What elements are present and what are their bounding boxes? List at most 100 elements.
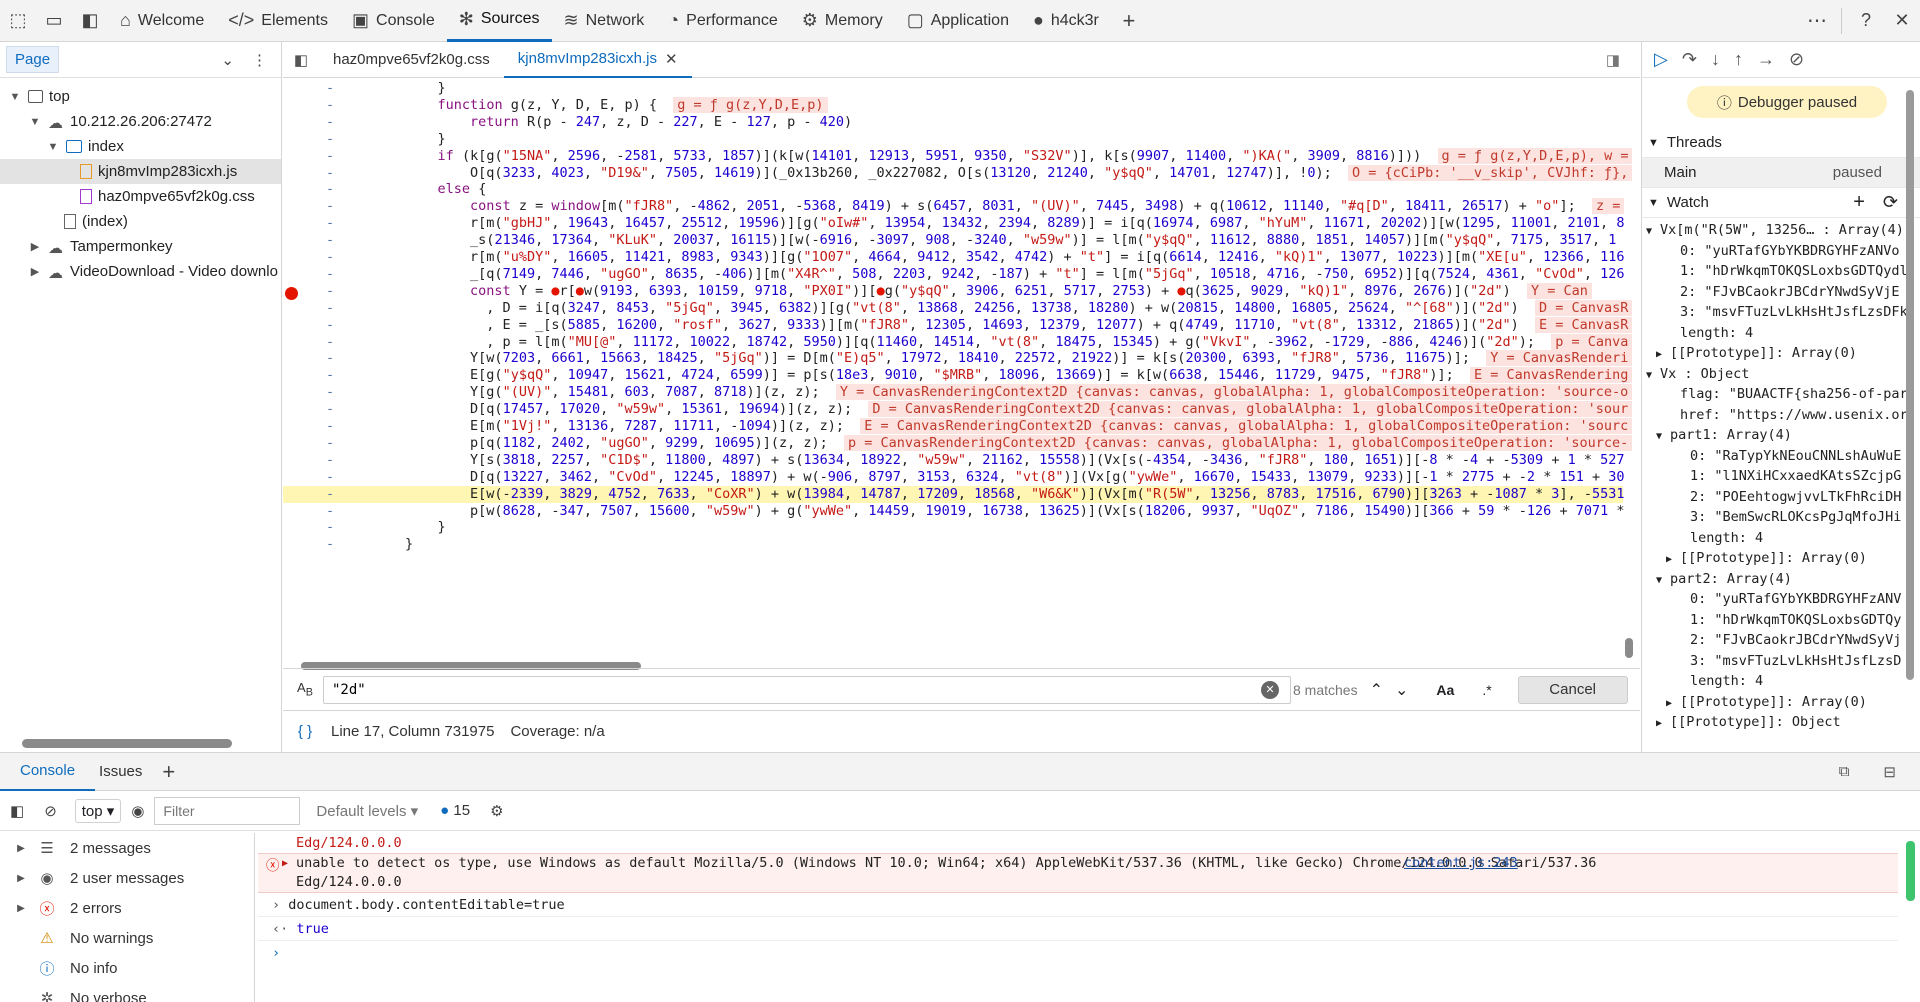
watch-row[interactable]: 0: "yuRTafGYbYKBDRGYHFzANV xyxy=(1642,591,1920,612)
code-line[interactable]: - p[w(8628, -347, 7507, 15600, "w59w") +… xyxy=(283,503,1624,520)
drawer-tab-issues[interactable]: Issues xyxy=(95,753,146,791)
pretty-print-icon[interactable]: { } xyxy=(287,723,323,740)
console-prompt[interactable]: › xyxy=(258,941,1898,965)
console-settings-icon[interactable]: ⚙ xyxy=(490,802,503,820)
watch-row[interactable]: 1: "hDrWkqmTOKQSLoxbsGDTQydl xyxy=(1642,263,1920,284)
thread-main[interactable]: Main paused xyxy=(1642,158,1920,188)
error-source-link[interactable]: content.js:243 xyxy=(1404,854,1518,873)
code-line[interactable]: - if (k[g("15NA", 2596, -2581, 5733, 185… xyxy=(283,147,1633,165)
watch-row[interactable]: ▼ part1: Array(4) xyxy=(1642,427,1920,448)
tab-memory[interactable]: ⚙ Memory xyxy=(790,0,895,42)
code-line[interactable]: - } xyxy=(283,519,1623,536)
console-sidebar-list[interactable]: ▶ ☰ 2 messages xyxy=(0,833,254,863)
code-line[interactable]: - const Y = ●r[●w(9193, 6393, 10159, 971… xyxy=(283,282,1623,300)
dock-sidebar-icon[interactable]: ◧ xyxy=(72,0,108,42)
code-line[interactable]: - } xyxy=(283,536,1623,553)
toggle-debugger-icon[interactable]: ◨ xyxy=(1606,51,1620,69)
watch-row[interactable]: href: "https://www.usenix.or xyxy=(1642,407,1920,428)
code-line[interactable]: - , p = l[m("MU[@", 11172, 10022, 18742,… xyxy=(283,333,1633,351)
match-case-icon[interactable]: AB xyxy=(287,680,323,699)
watch-row[interactable]: ▶ [[Prototype]]: Array(0) xyxy=(1642,694,1920,715)
step-icon[interactable]: → xyxy=(1757,49,1775,70)
code-line[interactable]: - , D = i[q(3247, 8453, "5jGq", 3945, 63… xyxy=(283,299,1633,317)
breakpoint-marker[interactable] xyxy=(285,286,298,300)
deactivate-breakpoints-icon[interactable]: ⊘ xyxy=(1789,49,1804,70)
tab-elements[interactable]: </> Elements xyxy=(216,0,340,42)
tree-file-index[interactable]: (index) xyxy=(0,209,281,234)
watch-row[interactable]: length: 4 xyxy=(1642,530,1920,551)
code-line[interactable]: - else { xyxy=(283,181,1623,198)
case-sensitive-button[interactable]: Aa xyxy=(1436,682,1454,698)
context-selector[interactable]: top ▾ xyxy=(74,798,122,823)
watch-row[interactable]: ▶ [[Prototype]]: Object xyxy=(1642,714,1920,735)
add-drawer-tab-icon[interactable]: + xyxy=(162,759,175,785)
threads-section[interactable]: ▼ Threads xyxy=(1642,128,1920,158)
next-match-icon[interactable]: ⌄ xyxy=(1395,680,1408,700)
live-expression-icon[interactable]: ◉ xyxy=(131,802,144,820)
tab-network[interactable]: ≋ Network xyxy=(552,0,657,42)
code-line[interactable]: - r[m("gbHJ", 19643, 16457, 25512, 19596… xyxy=(283,215,1624,232)
code-line[interactable]: - E[m("1Vj!", 13136, 7287, 11711, -1094)… xyxy=(283,418,1633,435)
tree-top[interactable]: ▼ top xyxy=(0,84,281,109)
clear-console-icon[interactable]: ⊘ xyxy=(44,802,57,820)
console-filter-input[interactable] xyxy=(154,796,301,825)
watch-row[interactable]: 2: "FJvBCaokrJBCdrYNwdSyVj xyxy=(1642,632,1920,653)
tab-sources[interactable]: ✻ Sources xyxy=(446,0,552,42)
close-devtools-icon[interactable]: ✕ xyxy=(1884,0,1920,42)
console-vscrollbar[interactable] xyxy=(1906,841,1915,901)
watch-row[interactable]: flag: "BUAACTF{sha256-of-par xyxy=(1642,386,1920,407)
console-sidebar-verbose[interactable]: ✲ No verbose xyxy=(0,983,254,1002)
tab-welcome[interactable]: ⌂ Welcome xyxy=(108,0,216,42)
chevron-down-icon[interactable]: ⌄ xyxy=(221,51,234,69)
watch-section[interactable]: ▼ Watch + ⟳ xyxy=(1642,188,1920,218)
close-tab-icon[interactable]: ✕ xyxy=(665,50,678,68)
console-sidebar-user[interactable]: ▶ ◉ 2 user messages xyxy=(0,863,254,893)
add-tab-icon[interactable]: + xyxy=(1111,0,1147,42)
page-tab[interactable]: Page xyxy=(6,46,60,73)
inspect-icon[interactable]: ⬚ xyxy=(0,0,36,42)
watch-row[interactable]: 0: "yuRTafGYbYKBDRGYHFzANVo xyxy=(1642,243,1920,264)
watch-row[interactable]: 3: "msvFTuzLvLkHsHtJsfLzsD xyxy=(1642,653,1920,674)
console-sidebar-info[interactable]: ⓘ No info xyxy=(0,953,254,983)
dock-drawer-icon[interactable]: ⧉ xyxy=(1839,763,1850,780)
code-vscrollbar[interactable] xyxy=(1624,130,1634,660)
add-watch-icon[interactable]: + xyxy=(1853,191,1865,214)
code-line[interactable]: - function g(z, Y, D, E, p) { g = ƒ g(z,… xyxy=(283,96,1623,114)
debugger-vscrollbar[interactable] xyxy=(1906,90,1914,680)
code-area[interactable]: - } - function g(z, Y, D, E, p) { g = ƒ g… xyxy=(283,80,1640,658)
code-line[interactable]: - E[g("y$qQ", 10947, 15621, 4724, 6599)]… xyxy=(283,367,1633,384)
code-line[interactable]: - Y[g("(UV)", 15481, 603, 7087, 8718)](z… xyxy=(283,384,1633,401)
watch-row[interactable]: 1: "l1NXiHCxxaedKAtsSZcjpG xyxy=(1642,468,1920,489)
resume-icon[interactable]: ▷ xyxy=(1654,49,1668,70)
code-line[interactable]: - r[m("u%DY", 16605, 11421, 8983, 9343)]… xyxy=(283,249,1624,266)
tree-tampermonkey[interactable]: ▶ ☁ Tampermonkey xyxy=(0,234,281,259)
tab-h4ck3r[interactable]: ● h4ck3r xyxy=(1021,0,1111,42)
tree-file-css[interactable]: haz0mpve65vf2k0g.css xyxy=(0,184,281,209)
log-levels-dropdown[interactable]: Default levels ▾ xyxy=(316,802,418,820)
code-line[interactable]: - return R(p - 247, z, D - 227, E - 127,… xyxy=(283,114,1623,131)
watch-row[interactable]: 2: "FJvBCaokrJBCdrYNwdSyVjE xyxy=(1642,284,1920,305)
step-out-icon[interactable]: ↑ xyxy=(1734,49,1743,70)
toggle-navigator-icon[interactable]: ◧ xyxy=(283,51,319,69)
console-sidebar-warning[interactable]: ⚠ No warnings xyxy=(0,923,254,953)
code-line[interactable]: - D[q(13227, 3462, "CvOd", 12245, 18897)… xyxy=(283,469,1625,486)
tree-videodownload[interactable]: ▶ ☁ VideoDownload - Video downlo xyxy=(0,259,281,284)
regex-button[interactable]: .* xyxy=(1482,682,1491,698)
code-line[interactable]: - _s(21346, 17364, "KLuK", 20037, 16115)… xyxy=(283,232,1623,249)
code-line[interactable]: - p[q(1182, 2402, "ugGO", 9299, 10695)](… xyxy=(283,434,1633,452)
refresh-icon[interactable]: ⟳ xyxy=(1883,192,1898,213)
previous-match-icon[interactable]: ⌃ xyxy=(1370,680,1383,700)
watch-row[interactable]: 0: "RaTypYkNEouCNNLshAuWuE xyxy=(1642,448,1920,469)
cancel-search-button[interactable]: Cancel xyxy=(1517,675,1628,704)
more-icon[interactable]: ⋮ xyxy=(252,51,267,69)
code-line[interactable]: - O[q(3233, 4023, "D19&", 7505, 14619)](… xyxy=(283,164,1633,182)
console-sidebar-error[interactable]: ▶ ⓧ 2 errors xyxy=(0,893,254,923)
editor-tab-js[interactable]: kjn8mvImp283icxh.js ✕ xyxy=(503,42,692,78)
watch-row[interactable]: 3: "msvFTuzLvLkHsHtJsfLzsDFk xyxy=(1642,304,1920,325)
code-line[interactable]: - D[q(17457, 17020, "w59w", 15361, 19694… xyxy=(283,401,1633,418)
tree-host[interactable]: ▼ ☁ 10.212.26.206:27472 xyxy=(0,109,281,134)
step-over-icon[interactable]: ↷ xyxy=(1682,49,1697,70)
code-line[interactable]: - Y[s(3818, 2257, "C1D$", 11800, 4897) +… xyxy=(283,452,1625,469)
tree-file-js[interactable]: kjn8mvImp283icxh.js xyxy=(0,159,281,184)
tab-application[interactable]: ▢ Application xyxy=(895,0,1021,42)
